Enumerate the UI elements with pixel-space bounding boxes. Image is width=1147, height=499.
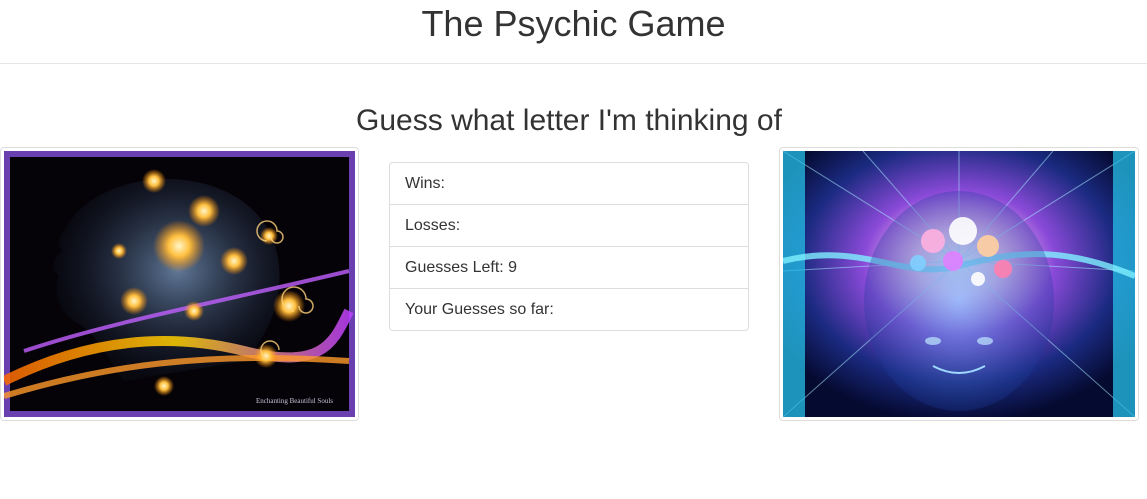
game-instructions: Guess what letter I'm thinking of bbox=[356, 104, 782, 137]
wins-counter: Wins: bbox=[389, 162, 749, 205]
page-header: The Psychic Game bbox=[0, 0, 1147, 64]
stats-list: Wins: Losses: Guesses Left: 9 Your Guess… bbox=[389, 162, 749, 331]
losses-counter: Losses: bbox=[389, 204, 749, 247]
guesses-left-counter: Guesses Left: 9 bbox=[389, 246, 749, 289]
psychic-woman-image: Enchanting Beautiful Souls bbox=[4, 151, 355, 417]
guesses-so-far-list: Your Guesses so far: bbox=[389, 288, 749, 331]
image-watermark: Enchanting Beautiful Souls bbox=[256, 397, 333, 405]
glowing-brain-image bbox=[783, 151, 1135, 417]
left-image-thumbnail: Enchanting Beautiful Souls bbox=[0, 147, 359, 421]
page-title: The Psychic Game bbox=[421, 3, 726, 44]
right-image-thumbnail bbox=[779, 147, 1139, 421]
